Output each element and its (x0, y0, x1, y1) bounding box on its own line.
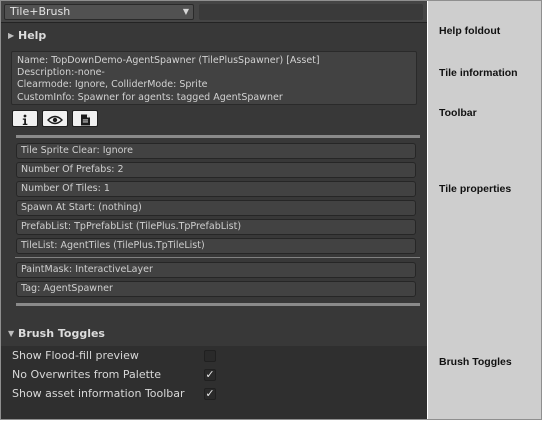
toggle-row-no-overwrites: No Overwrites from Palette (12, 368, 161, 381)
document-icon (80, 114, 90, 126)
asset-toolbar-checkbox[interactable]: ✓ (204, 388, 216, 400)
toggle-row-asset-toolbar: Show asset information Toolbar (12, 387, 185, 400)
tile-information-box: Name: TopDownDemo-AgentSpawner (TilePlus… (11, 51, 417, 105)
annotation-sidebar: Help foldout Tile information Toolbar Ti… (428, 1, 541, 419)
annotation-help-foldout: Help foldout (439, 25, 501, 37)
info-icon (22, 114, 28, 125)
property-label: Tile Sprite Clear: Ignore (21, 145, 133, 156)
property-field: Number Of Prefabs: 2 (16, 162, 416, 178)
property-field: Number Of Tiles: 1 (16, 181, 416, 197)
tile-info-line: Name: TopDownDemo-AgentSpawner (TilePlus… (17, 55, 320, 66)
eye-icon (47, 115, 63, 125)
document-toolbar-button[interactable] (72, 110, 98, 127)
foldout-collapsed-icon: ▶ (8, 31, 15, 40)
inspector-panel: Tile+Brush ▼ ▶ Help Name: TopDownDemo-Age… (1, 1, 427, 419)
brush-toggles-label: Brush Toggles (18, 327, 105, 340)
section-divider (16, 303, 420, 306)
chevron-down-icon: ▼ (182, 7, 189, 16)
toggle-label: Show asset information Toolbar (12, 387, 185, 400)
checkmark-icon: ✓ (205, 368, 215, 381)
property-label: PaintMask: InteractiveLayer (21, 264, 153, 275)
toggle-label: Show Flood-fill preview (12, 349, 139, 362)
help-foldout-label: Help (18, 29, 47, 42)
property-field: PrefabList: TpPrefabList (TilePlus.TpPre… (16, 219, 416, 235)
foldout-expanded-icon: ▼ (8, 329, 15, 338)
header-field (199, 4, 423, 20)
property-label: Number Of Tiles: 1 (21, 183, 110, 194)
tile-info-line: CustomInfo: Spawner for agents: tagged A… (17, 91, 283, 103)
property-label: Spawn At Start: (nothing) (21, 202, 142, 213)
no-overwrites-checkbox[interactable]: ✓ (204, 369, 216, 381)
property-label: Number Of Prefabs: 2 (21, 164, 124, 175)
toggle-label: No Overwrites from Palette (12, 368, 161, 381)
annotation-tile-information: Tile information (439, 67, 518, 79)
property-label: PrefabList: TpPrefabList (TilePlus.TpPre… (21, 221, 242, 232)
property-field: Tile Sprite Clear: Ignore (16, 143, 416, 159)
info-toolbar-button[interactable] (12, 110, 38, 127)
help-foldout[interactable]: ▶ Help (8, 29, 46, 45)
section-divider (16, 135, 420, 138)
eye-toolbar-button[interactable] (42, 110, 68, 127)
property-field: Spawn At Start: (nothing) (16, 200, 416, 216)
brush-toggles-foldout[interactable]: ▼ Brush Toggles (8, 327, 105, 343)
brush-selector-dropdown[interactable]: Tile+Brush ▼ (4, 4, 194, 20)
property-field: Tag: AgentSpawner (16, 281, 416, 297)
annotation-brush-toggles: Brush Toggles (439, 356, 512, 368)
annotation-toolbar: Toolbar (439, 107, 477, 119)
property-field: PaintMask: InteractiveLayer (16, 262, 416, 278)
brush-selector-label: Tile+Brush (10, 5, 71, 18)
checkmark-icon: ✓ (205, 387, 215, 400)
tile-info-line: Clearmode: Ignore, ColliderMode: Sprite (17, 79, 208, 91)
brush-header-bar: Tile+Brush ▼ (1, 1, 427, 23)
property-label: Tag: AgentSpawner (21, 283, 113, 294)
flood-fill-checkbox[interactable] (204, 350, 216, 362)
tile-info-line: Description:-none- (17, 67, 105, 79)
property-field: TileList: AgentTiles (TilePlus.TpTileLis… (16, 238, 416, 254)
property-label: TileList: AgentTiles (TilePlus.TpTileLis… (21, 240, 205, 251)
annotation-tile-properties: Tile properties (439, 183, 512, 195)
toggle-row-flood-fill: Show Flood-fill preview (12, 349, 139, 362)
property-group-divider (15, 257, 420, 258)
